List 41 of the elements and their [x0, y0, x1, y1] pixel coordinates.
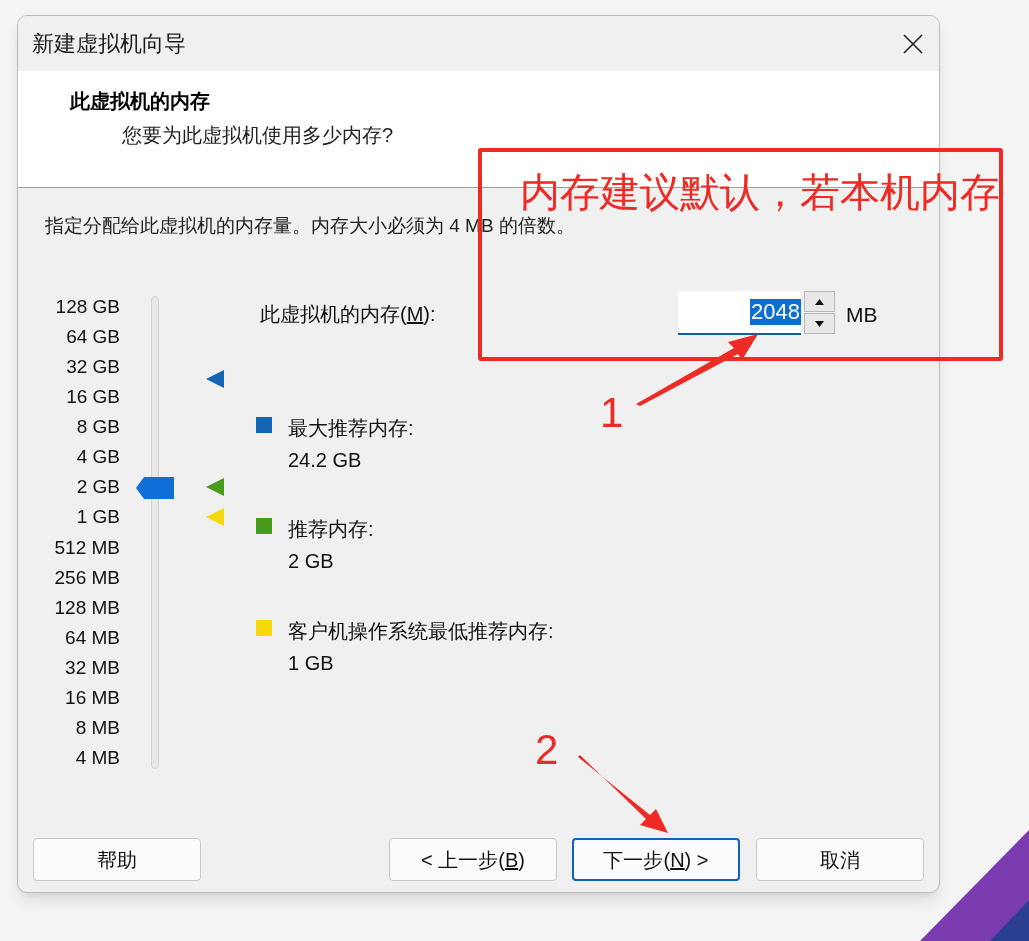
- annotation-note: 内存建议默认，若本机内存: [520, 172, 1000, 212]
- slider-thumb[interactable]: [136, 477, 174, 500]
- slider-tick-label: 256 MB: [54, 565, 120, 590]
- dialog-button[interactable]: 下一步(N) >: [572, 838, 740, 881]
- slider-tick-label: 8 GB: [76, 415, 120, 440]
- slider-tick-label: 4 GB: [76, 445, 120, 470]
- page-subtitle: 您要为此虚拟机使用多少内存?: [122, 123, 395, 148]
- dialog-button[interactable]: 帮助: [33, 838, 201, 881]
- slider-tick-label: 2 GB: [76, 475, 120, 500]
- legend-label: 推荐内存:: [288, 517, 374, 542]
- legend-label: 最大推荐内存:: [288, 416, 414, 441]
- memory-input[interactable]: 2048: [678, 291, 801, 335]
- annotation-number: 1: [600, 388, 624, 438]
- legend-value: 24.2 GB: [288, 448, 362, 473]
- slider-tick-label: 8 MB: [75, 715, 120, 740]
- legend-value: 2 GB: [288, 549, 334, 574]
- page-title: 此虚拟机的内存: [70, 88, 211, 115]
- slider-tick-label: 64 MB: [65, 625, 120, 650]
- legend-value: 1 GB: [288, 651, 334, 676]
- down-arrow-icon: [815, 320, 824, 327]
- slider-tick-label: 64 GB: [66, 325, 120, 350]
- window-title: 新建虚拟机向导: [32, 30, 186, 58]
- slider-tick-label: 32 GB: [66, 355, 120, 380]
- spin-up-button[interactable]: [804, 291, 835, 312]
- slider-tick-label: 128 MB: [54, 595, 120, 620]
- legend-label: 客户机操作系统最低推荐内存:: [288, 619, 554, 644]
- slider-tick-label: 16 GB: [66, 385, 120, 410]
- dialog-button[interactable]: 取消: [756, 838, 924, 881]
- slider-tick-label: 32 MB: [65, 655, 120, 680]
- slider-tick-label: 16 MB: [65, 685, 120, 710]
- up-arrow-icon: [815, 298, 824, 305]
- slider-tick-label: 512 MB: [54, 535, 120, 560]
- spin-down-button[interactable]: [804, 313, 835, 334]
- slider-tick-label: 128 GB: [55, 295, 120, 319]
- slider-tick-label: 4 MB: [75, 746, 120, 771]
- close-icon[interactable]: [903, 33, 923, 54]
- memory-label: 此虚拟机的内存(M):: [260, 302, 436, 327]
- dialog-button[interactable]: < 上一步(B): [389, 838, 557, 881]
- unit-label: MB: [846, 302, 878, 328]
- annotation-number: 2: [535, 725, 559, 775]
- slider-tick-label: 1 GB: [76, 505, 120, 530]
